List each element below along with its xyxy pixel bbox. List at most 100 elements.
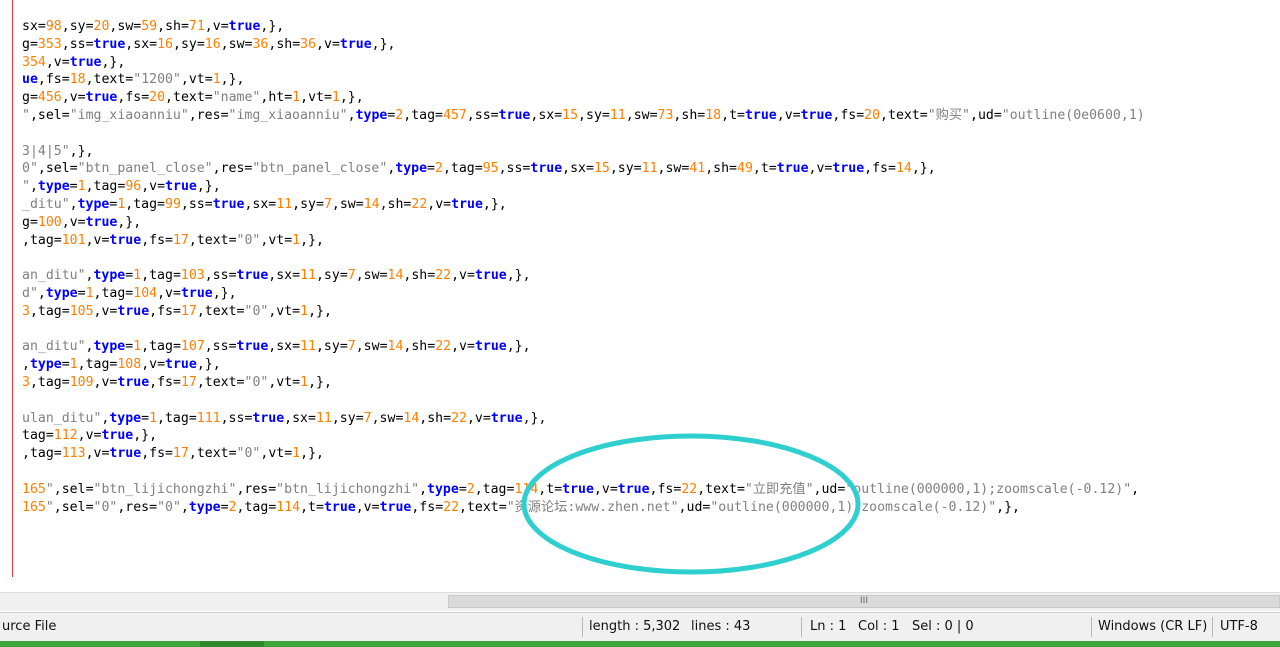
code-token: , bbox=[188, 232, 197, 248]
code-token: 96 bbox=[125, 179, 142, 195]
code-token: v bbox=[601, 481, 610, 497]
code-token: , bbox=[331, 196, 340, 212]
code-token: = bbox=[157, 179, 166, 195]
code-line[interactable]: sx=98,sy=20,sw=59,sh=71,v=true,}, bbox=[22, 18, 1145, 36]
status-bar: urce File length : 5,302 lines : 43 Ln :… bbox=[0, 612, 1280, 641]
code-line[interactable]: ,tag=113,v=true,fs=17,text="0",vt=1,}, bbox=[22, 445, 1145, 463]
code-token: 14 bbox=[387, 339, 404, 355]
code-line[interactable]: ​ bbox=[22, 125, 1145, 143]
code-line[interactable]: ​ bbox=[22, 249, 1145, 267]
code-token: 111 bbox=[196, 410, 221, 426]
code-token: , bbox=[880, 107, 888, 123]
code-line[interactable]: ue,fs=18,text="1200",vt=1,}, bbox=[22, 71, 1145, 89]
code-line[interactable]: ​ bbox=[22, 392, 1145, 410]
code-token: _ditu" bbox=[22, 196, 70, 212]
code-line[interactable]: ulan_ditu",type=1,tag=111,ss=true,sx=11,… bbox=[22, 410, 1145, 428]
code-token: = bbox=[887, 161, 896, 177]
code-line[interactable]: 165",sel="0",res="0",type=2,tag=114,t=tr… bbox=[22, 499, 1145, 517]
code-token: , bbox=[37, 161, 46, 177]
code-token: = bbox=[443, 196, 452, 212]
code-line[interactable]: ,tag=101,v=true,fs=17,text="0",vt=1,}, bbox=[22, 232, 1145, 250]
code-token: = bbox=[323, 90, 332, 106]
code-token: ,}, bbox=[339, 90, 364, 106]
code-token: ss bbox=[506, 161, 523, 177]
code-token: 353 bbox=[37, 36, 62, 52]
code-text-area[interactable]: sx=98,sy=20,sw=59,sh=71,v=true,}, g=353,s… bbox=[22, 18, 1145, 516]
code-token: = bbox=[204, 72, 213, 88]
code-token: 101 bbox=[61, 232, 86, 248]
code-token: , bbox=[61, 36, 70, 52]
code-token: tag bbox=[164, 410, 189, 426]
code-token: 22 bbox=[435, 268, 452, 284]
code-token: 165 bbox=[22, 481, 46, 497]
code-token: vt bbox=[268, 446, 285, 462]
code-token: , bbox=[292, 196, 301, 212]
code-line[interactable]: 3,tag=105,v=true,fs=17,text="0",vt=1,}, bbox=[22, 303, 1145, 321]
code-editor[interactable]: sx=98,sy=20,sw=59,sh=71,v=true,}, g=353,s… bbox=[0, 0, 1280, 590]
code-token: = bbox=[165, 446, 173, 462]
code-token: , bbox=[172, 36, 181, 52]
horizontal-scrollbar-thumb[interactable]: III bbox=[448, 595, 1280, 608]
code-token: 36 bbox=[252, 36, 269, 52]
code-token: sh bbox=[427, 410, 444, 426]
code-token: , bbox=[442, 161, 451, 177]
code-token: 3 bbox=[22, 303, 30, 319]
code-token: tag bbox=[149, 268, 173, 284]
taskbar-tab[interactable] bbox=[200, 641, 264, 647]
code-token: 15 bbox=[562, 107, 579, 123]
code-token: ,}, bbox=[133, 428, 158, 444]
code-token: , bbox=[45, 54, 54, 70]
code-token: = bbox=[53, 446, 62, 462]
code-token: 22 bbox=[451, 410, 467, 426]
code-token: = bbox=[490, 107, 499, 123]
code-token: sx bbox=[538, 107, 555, 123]
code-line[interactable]: _ditu",type=1,tag=99,ss=true,sx=11,sy=7,… bbox=[22, 196, 1145, 214]
code-line[interactable]: ​ bbox=[22, 321, 1145, 339]
code-line[interactable]: 0",sel="btn_panel_close",res="btn_panel_… bbox=[22, 160, 1145, 178]
code-line[interactable]: ",sel="img_xiaoanniu",res="img_xiaoanniu… bbox=[22, 107, 1145, 125]
code-token: 14 bbox=[895, 161, 912, 177]
code-token: = bbox=[228, 446, 237, 462]
code-line[interactable]: g=353,ss=true,sx=16,sy=16,sw=36,sh=36,v=… bbox=[22, 36, 1145, 54]
code-line[interactable]: g=456,v=true,fs=20,text="name",ht=1,vt=1… bbox=[22, 89, 1145, 107]
code-token: , bbox=[69, 196, 78, 212]
code-token: = bbox=[125, 268, 134, 284]
code-line[interactable]: 3|4|5",}, bbox=[22, 143, 1145, 161]
code-token: 71 bbox=[188, 19, 205, 34]
status-separator bbox=[801, 617, 802, 637]
code-line[interactable]: tag=112,v=true,}, bbox=[22, 427, 1145, 445]
status-eol-format[interactable]: Windows (CR LF) bbox=[1098, 613, 1207, 641]
code-token: 108 bbox=[117, 357, 142, 373]
code-line[interactable]: ​ bbox=[22, 463, 1145, 481]
code-token: = bbox=[554, 107, 563, 123]
code-token: sh bbox=[165, 19, 181, 34]
code-line[interactable]: 354,v=true,}, bbox=[22, 54, 1145, 72]
horizontal-scrollbar[interactable]: III bbox=[0, 592, 1280, 611]
code-token: , bbox=[466, 410, 475, 426]
code-token: 165 bbox=[22, 499, 46, 515]
code-line[interactable]: ",type=1,tag=96,v=true,}, bbox=[22, 178, 1145, 196]
code-line[interactable]: ,type=1,tag=108,v=true,}, bbox=[22, 356, 1145, 374]
code-token: = bbox=[85, 481, 94, 497]
code-token: "0" bbox=[236, 446, 261, 462]
code-line[interactable]: 165",sel="btn_lijichongzhi",res="btn_lij… bbox=[22, 481, 1145, 499]
code-line[interactable]: an_ditu",type=1,tag=107,ss=true,sx=11,sy… bbox=[22, 338, 1145, 356]
code-token: = bbox=[427, 339, 436, 355]
code-line[interactable]: d",type=1,tag=104,v=true,}, bbox=[22, 285, 1145, 303]
code-token: = bbox=[85, 19, 94, 34]
status-encoding[interactable]: UTF-8 bbox=[1220, 613, 1258, 641]
code-token: sy bbox=[323, 339, 340, 355]
code-token: = bbox=[633, 161, 642, 177]
code-token: , bbox=[578, 107, 586, 123]
code-line[interactable]: an_ditu",type=1,tag=103,ss=true,sx=11,sy… bbox=[22, 267, 1145, 285]
code-token: true bbox=[744, 107, 777, 123]
code-token: sx bbox=[276, 339, 293, 355]
code-line[interactable]: 3,tag=109,v=true,fs=17,text="0",vt=1,}, bbox=[22, 374, 1145, 392]
code-token: v bbox=[459, 268, 467, 284]
code-token: , bbox=[625, 107, 634, 123]
code-token: , bbox=[498, 161, 507, 177]
code-token: , bbox=[37, 72, 46, 88]
code-token: text bbox=[173, 90, 205, 106]
code-token: 11 bbox=[609, 107, 626, 123]
code-line[interactable]: g=100,v=true,}, bbox=[22, 214, 1145, 232]
